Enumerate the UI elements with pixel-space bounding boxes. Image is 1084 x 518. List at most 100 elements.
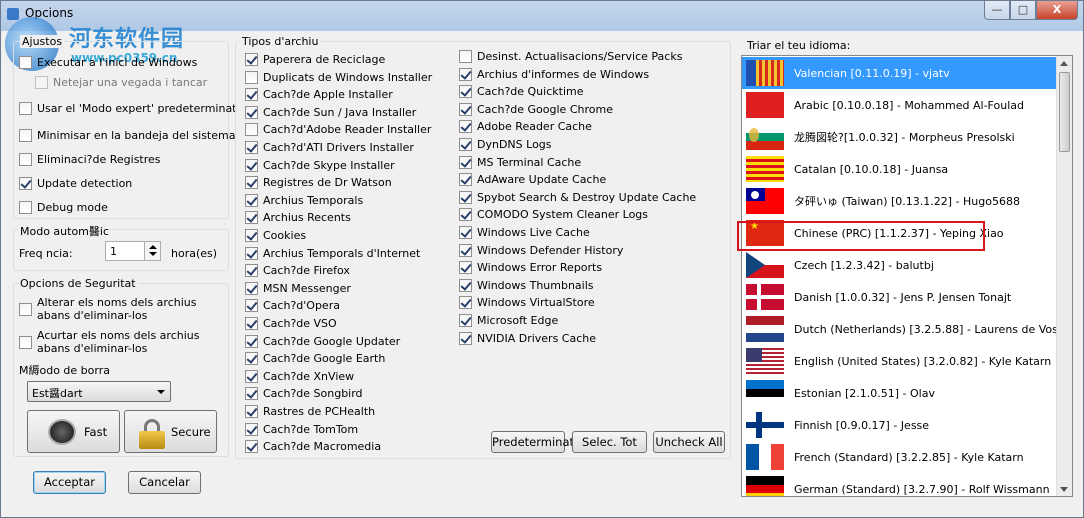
checkbox[interactable]	[245, 387, 258, 401]
checkbox[interactable]	[19, 303, 32, 316]
default-button[interactable]: Predeterminat	[491, 431, 574, 453]
frequency-spinner[interactable]: 1	[105, 241, 161, 261]
checkbox[interactable]	[19, 129, 32, 142]
scroll-up-icon[interactable]	[1060, 61, 1068, 66]
checkbox[interactable]	[459, 226, 472, 239]
file-type-item[interactable]: Windows Live Cache	[459, 226, 590, 239]
file-type-item[interactable]: Cach?de Google Earth	[245, 352, 385, 366]
file-type-item[interactable]: Cach?de Quicktime	[459, 85, 583, 99]
uncheck-all-button[interactable]: Uncheck All	[653, 431, 725, 453]
file-type-item[interactable]: Cach?de Firefox	[245, 264, 350, 278]
file-type-item[interactable]: Cach?de Skype Installer	[245, 158, 395, 172]
checkbox[interactable]	[245, 158, 258, 172]
file-type-item[interactable]: Cach?de Songbird	[245, 387, 363, 401]
checkbox[interactable]	[19, 177, 32, 190]
file-type-item[interactable]: Archius d'informes de Windows	[459, 67, 649, 81]
file-type-item[interactable]: Desinst. Actualisacions/Service Packs	[459, 50, 682, 63]
erase-mode-select[interactable]: Est醤dart	[27, 381, 171, 402]
file-type-item[interactable]: DynDNS Logs	[459, 138, 552, 151]
select-all-button[interactable]: Selec. Tot	[572, 431, 647, 453]
file-type-item[interactable]: Adobe Reader Cache	[459, 120, 592, 134]
file-type-item[interactable]: Microsoft Edge	[459, 314, 558, 327]
checkbox[interactable]	[245, 123, 258, 137]
file-type-item[interactable]: AdAware Update Cache	[459, 173, 606, 187]
spinner-arrows-icon[interactable]	[144, 242, 160, 260]
checkbox[interactable]	[459, 208, 472, 222]
checkbox[interactable]	[459, 67, 472, 81]
file-type-item[interactable]: Windows Error Reports	[459, 261, 602, 275]
language-item[interactable]: French (Standard) [3.2.2.85] - Kyle Kata…	[742, 441, 1058, 473]
file-type-item[interactable]: MSN Messenger	[245, 281, 351, 295]
checkbox[interactable]	[19, 102, 32, 115]
file-type-item[interactable]: Cach?de Google Updater	[245, 334, 400, 348]
checkbox[interactable]	[245, 369, 258, 383]
checkbox[interactable]	[245, 440, 258, 454]
cancel-button[interactable]: Cancelar	[128, 471, 201, 494]
file-type-item[interactable]: Archius Temporals d'Internet	[245, 246, 420, 260]
checkbox[interactable]	[245, 211, 258, 225]
checkbox[interactable]	[19, 153, 32, 166]
checkbox[interactable]	[459, 243, 472, 257]
file-type-item[interactable]: Windows Thumbnails	[459, 278, 594, 292]
checkbox[interactable]	[245, 105, 258, 119]
language-item[interactable]: 龙腾図轮?[1.0.0.32] - Morpheus Presolski	[742, 121, 1058, 153]
close-button[interactable]: X	[1036, 1, 1078, 20]
checkbox[interactable]	[459, 173, 472, 187]
fast-button[interactable]: Fast	[27, 410, 120, 453]
general-option[interactable]: Debug mode	[19, 201, 108, 214]
checkbox[interactable]	[245, 334, 258, 348]
checkbox[interactable]	[459, 278, 472, 292]
file-type-item[interactable]: Cach?de Macromedia	[245, 440, 381, 454]
file-type-item[interactable]: Cach?d'Adobe Reader Installer	[245, 123, 431, 137]
general-option[interactable]: Usar el 'Modo expert' predeterminat	[19, 102, 237, 115]
checkbox[interactable]	[245, 53, 258, 66]
checkbox[interactable]	[245, 264, 258, 278]
checkbox[interactable]	[459, 296, 472, 310]
checkbox[interactable]	[459, 190, 472, 204]
checkbox[interactable]	[245, 299, 258, 313]
maximize-button[interactable]: □	[1010, 1, 1036, 20]
language-item[interactable]: Czech [1.2.3.42] - balutbj	[742, 249, 1058, 281]
checkbox[interactable]	[459, 138, 472, 151]
checkbox[interactable]	[459, 50, 472, 63]
file-type-item[interactable]: Archius Temporals	[245, 193, 363, 207]
checkbox[interactable]	[459, 261, 472, 275]
language-item[interactable]: Estonian [2.1.0.51] - Olav	[742, 377, 1058, 409]
language-item[interactable]: Danish [1.0.0.32] - Jens P. Jensen Tonaj…	[742, 281, 1058, 313]
file-type-item[interactable]: Cach?d'Opera	[245, 299, 340, 313]
file-type-item[interactable]: Cach?de XnView	[245, 369, 354, 383]
security-option-shorten[interactable]: Acurtar els noms dels archius abans d'el…	[19, 329, 217, 355]
file-type-item[interactable]: Cach?de VSO	[245, 317, 337, 330]
language-item[interactable]: English (United States) [3.2.0.82] - Kyl…	[742, 345, 1058, 377]
language-item[interactable]: Arabic [0.10.0.18] - Mohammed Al-Foulad	[742, 89, 1058, 121]
file-type-item[interactable]: NVIDIA Drivers Cache	[459, 331, 596, 345]
checkbox[interactable]	[459, 120, 472, 134]
checkbox[interactable]	[245, 70, 258, 84]
file-type-item[interactable]: Cach?de Sun / Java Installer	[245, 105, 416, 119]
language-scrollbar[interactable]	[1056, 56, 1072, 496]
checkbox[interactable]	[245, 352, 258, 366]
file-type-item[interactable]: Cookies	[245, 229, 306, 242]
file-type-item[interactable]: Duplicats de Windows Installer	[245, 70, 432, 84]
general-option[interactable]: Executar a l'inici de Windows	[19, 56, 197, 69]
checkbox[interactable]	[19, 336, 32, 349]
file-type-item[interactable]: Spybot Search & Destroy Update Cache	[459, 190, 696, 204]
scroll-down-icon[interactable]	[1060, 487, 1068, 492]
checkbox[interactable]	[245, 422, 258, 436]
language-item[interactable]: タ砰いゅ (Taiwan) [0.13.1.22] - Hugo5688	[742, 185, 1058, 217]
checkbox[interactable]	[245, 88, 258, 102]
file-type-item[interactable]: Archius Recents	[245, 211, 351, 225]
language-item[interactable]: Dutch (Netherlands) [3.2.5.88] - Laurens…	[742, 313, 1058, 345]
general-option[interactable]: Update detection	[19, 177, 132, 190]
general-option[interactable]: Eliminaci?de Registres	[19, 153, 161, 166]
checkbox[interactable]	[245, 281, 258, 295]
security-option-rename[interactable]: Alterar els noms dels archius abans d'el…	[19, 296, 217, 322]
secure-button[interactable]: Secure	[124, 410, 217, 453]
language-list[interactable]: Valencian [0.11.0.19] - vjatv Arabic [0.1…	[741, 55, 1073, 497]
checkbox[interactable]	[245, 176, 258, 190]
checkbox[interactable]	[459, 85, 472, 99]
language-item[interactable]: German (Standard) [3.2.7.90] - Rolf Wiss…	[742, 473, 1058, 496]
checkbox[interactable]	[245, 246, 258, 260]
checkbox[interactable]	[245, 141, 258, 154]
checkbox[interactable]	[459, 331, 472, 345]
